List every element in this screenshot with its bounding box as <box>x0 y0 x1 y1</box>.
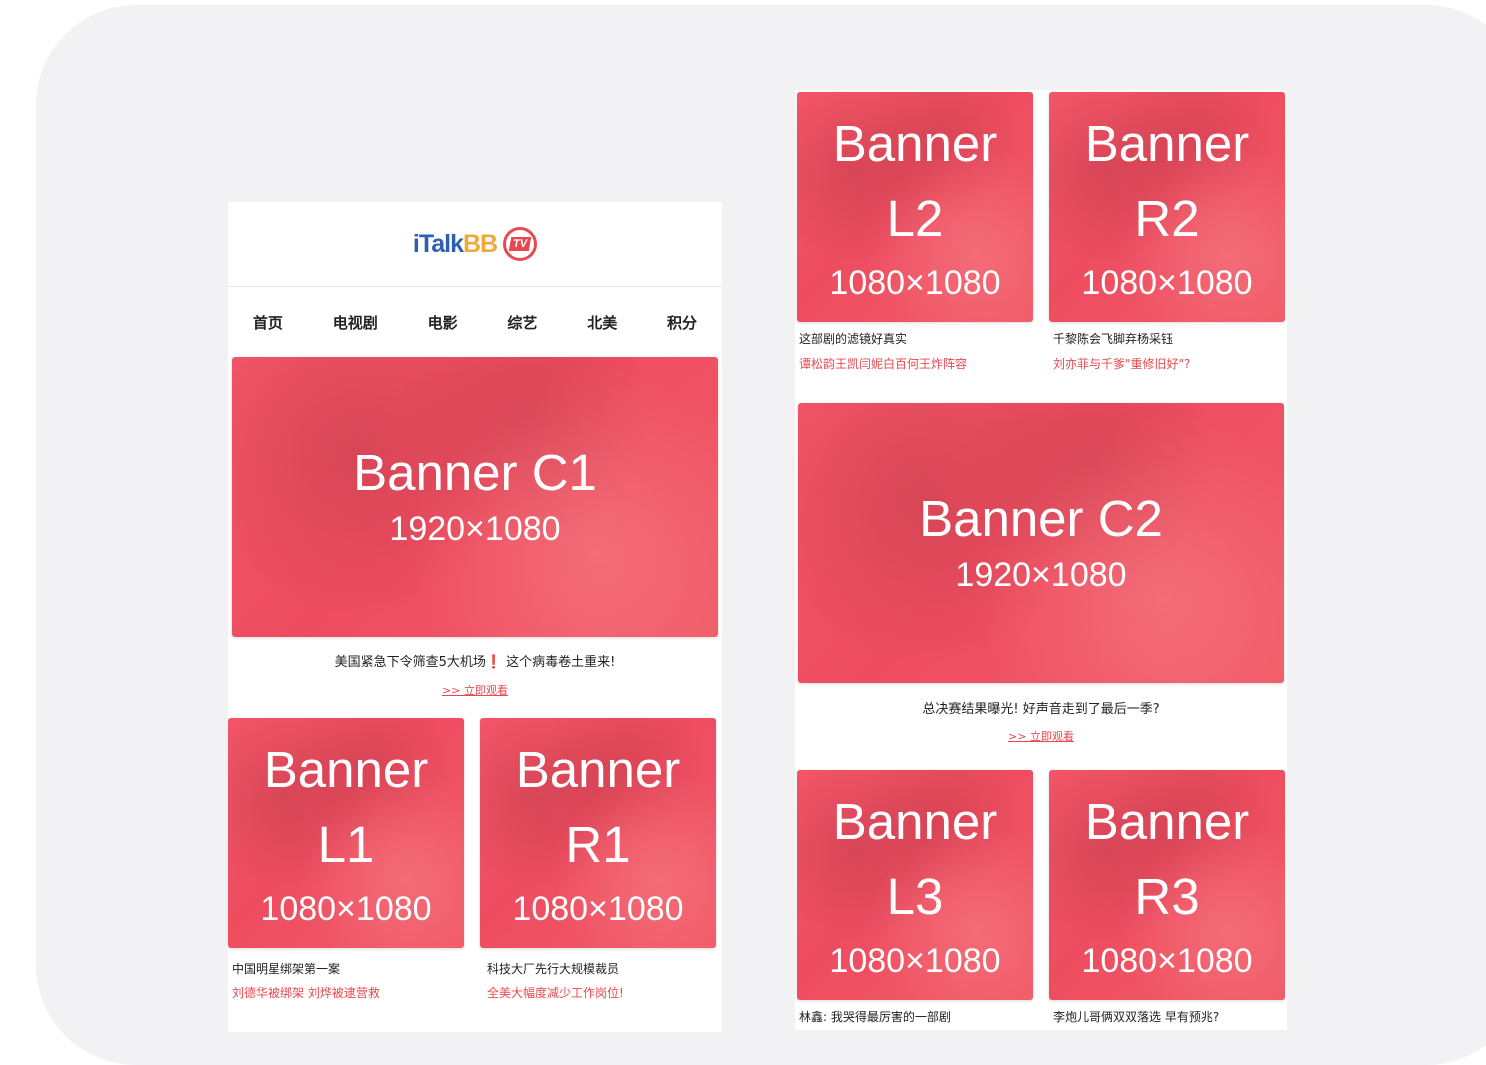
banner-c2-caption: 总决赛结果曝光! 好声音走到了最后一季? <box>922 702 1160 717</box>
nav-tv-series[interactable]: 电视剧 <box>333 312 378 333</box>
r1-description: 全美大幅度减少工作岗位! <box>487 986 624 1000</box>
banner-c2-label: Banner C2 <box>919 490 1163 547</box>
banner-r1[interactable]: Banner R1 1080×1080 <box>480 718 716 948</box>
l2-description: 谭松韵王凯闫妮白百何王炸阵容 <box>799 357 968 371</box>
banner-l1[interactable]: Banner L1 1080×1080 <box>228 718 464 948</box>
banner-r1-label: Banner <box>515 741 681 798</box>
l2-title[interactable]: 这部剧的滤镜好真实 <box>799 330 907 347</box>
top-nav: 首页 电视剧 电影 综艺 北美 积分 <box>228 302 722 342</box>
banner-r3-size: 1080×1080 <box>1081 942 1253 980</box>
banner-c2-size: 1920×1080 <box>955 556 1127 594</box>
r2-title[interactable]: 千黎陈会飞脚弃杨采钰 <box>1053 330 1173 347</box>
r1-title[interactable]: 科技大厂先行大规模裁员 <box>487 960 619 977</box>
nav-variety[interactable]: 综艺 <box>507 312 537 333</box>
banner-r2[interactable]: Banner R2 1080×1080 <box>1049 92 1285 322</box>
banner-r2-size: 1080×1080 <box>1081 264 1253 302</box>
banner-r3[interactable]: Banner R3 1080×1080 <box>1049 770 1285 1000</box>
banner-l2-label: Banner <box>832 115 998 172</box>
banner-l1-size: 1080×1080 <box>260 890 432 928</box>
r2-description: 刘亦菲与千爹"重修旧好"? <box>1053 357 1191 371</box>
banner-l2-size: 1080×1080 <box>829 264 1001 302</box>
banner-c1-watch-link[interactable]: >> 立即观看 <box>228 682 722 698</box>
left-mobile-layout: iTalkBB TV 首页 电视剧 电影 综艺 北美 积分 Banner C1 … <box>228 202 722 1032</box>
banner-c1-caption: 美国紧急下令筛查5大机场❗️ 这个病毒卷土重来! <box>334 655 616 670</box>
italkbb-logo[interactable]: iTalkBB <box>413 230 498 259</box>
r3-title[interactable]: 李炮儿哥俩双双落选 早有预兆? <box>1053 1008 1219 1025</box>
banner-c1-size: 1920×1080 <box>389 510 561 548</box>
banner-l3-label: Banner <box>832 793 998 850</box>
header-logo-bar: iTalkBB TV <box>228 202 722 287</box>
banner-l2[interactable]: Banner L2 1080×1080 <box>797 92 1033 322</box>
banner-r1-size: 1080×1080 <box>512 890 684 928</box>
banner-r2-code: R2 <box>1134 190 1200 247</box>
nav-movies[interactable]: 电影 <box>428 312 458 333</box>
nav-north-america[interactable]: 北美 <box>587 312 617 333</box>
banner-l3-size: 1080×1080 <box>829 942 1001 980</box>
banner-l1-code: L1 <box>317 816 375 873</box>
banner-l3[interactable]: Banner L3 1080×1080 <box>797 770 1033 1000</box>
l3-title[interactable]: 林鑫: 我哭得最厉害的一部剧 <box>799 1008 951 1025</box>
banner-r3-label: Banner <box>1084 793 1250 850</box>
banner-c2-watch-link[interactable]: >> 立即观看 <box>795 728 1287 744</box>
banner-l3-code: L3 <box>886 868 944 925</box>
l1-title[interactable]: 中国明星绑架第一案 <box>232 960 340 977</box>
l1-description: 刘德华被绑架 刘烨被逮营救 <box>232 986 380 1000</box>
banner-l1-label: Banner <box>263 741 429 798</box>
banner-r1-code: R1 <box>565 816 631 873</box>
banner-r3-code: R3 <box>1134 868 1200 925</box>
nav-home[interactable]: 首页 <box>253 312 283 333</box>
banner-c1[interactable]: Banner C1 1920×1080 <box>232 357 718 637</box>
banner-l2-code: L2 <box>886 190 944 247</box>
banner-r2-label: Banner <box>1084 115 1250 172</box>
tv-play-icon: TV <box>503 227 538 261</box>
nav-points[interactable]: 积分 <box>667 312 697 333</box>
banner-c1-label: Banner C1 <box>353 444 597 501</box>
right-mobile-layout: Banner L2 1080×1080 Banner R2 1080×1080 … <box>795 90 1287 1030</box>
banner-c2[interactable]: Banner C2 1920×1080 <box>798 403 1284 683</box>
